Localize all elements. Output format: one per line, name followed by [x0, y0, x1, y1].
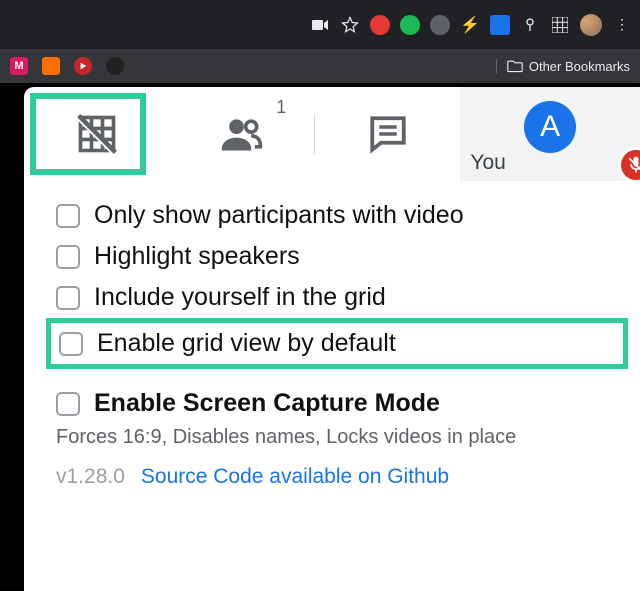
- chat-icon: [367, 113, 409, 155]
- option-screen-capture[interactable]: Enable Screen Capture Mode: [56, 383, 618, 424]
- option-label: Enable Screen Capture Mode: [94, 389, 440, 418]
- avatar-letter: A: [540, 110, 560, 144]
- other-bookmarks-button[interactable]: Other Bookmarks: [496, 59, 630, 74]
- extension-icon[interactable]: [370, 15, 390, 35]
- people-count: 1: [276, 97, 286, 118]
- option-include-self[interactable]: Include yourself in the grid: [56, 277, 618, 318]
- you-label: You: [470, 151, 505, 175]
- option-highlight-speakers[interactable]: Highlight speakers: [56, 236, 618, 277]
- option-label: Enable grid view by default: [97, 329, 396, 358]
- browser-toolbar: ⚡ ⋮: [0, 0, 640, 49]
- tab-chat[interactable]: [315, 87, 460, 181]
- bookmark-icon[interactable]: [42, 57, 60, 75]
- bookmark-icon[interactable]: M: [10, 57, 28, 75]
- avatar: A: [524, 101, 576, 153]
- option-label: Highlight speakers: [94, 242, 300, 271]
- extension-icon[interactable]: [400, 15, 420, 35]
- folder-icon: [507, 59, 523, 73]
- option-enable-default[interactable]: Enable grid view by default: [46, 318, 628, 369]
- people-icon: [220, 112, 264, 156]
- bookmark-icon[interactable]: [106, 57, 124, 75]
- app-stage: 1 A You: [0, 83, 640, 591]
- tab-people[interactable]: 1: [169, 87, 314, 181]
- profile-avatar-icon[interactable]: [580, 14, 602, 36]
- extension-icon[interactable]: [520, 15, 540, 35]
- checkbox[interactable]: [56, 286, 80, 310]
- checkbox[interactable]: [59, 332, 83, 356]
- bookmarks-bar: M Other Bookmarks: [0, 49, 640, 83]
- extension-icon[interactable]: [430, 15, 450, 35]
- extension-icon[interactable]: ⚡: [460, 15, 480, 35]
- star-icon[interactable]: [340, 15, 360, 35]
- bookmark-icon[interactable]: [74, 57, 92, 75]
- tab-grid-off[interactable]: [24, 87, 169, 181]
- grid-off-icon: [75, 112, 119, 156]
- other-bookmarks-label: Other Bookmarks: [529, 59, 630, 74]
- options-list: Only show participants with video Highli…: [24, 181, 640, 489]
- camera-icon[interactable]: [310, 15, 330, 35]
- panel-footer: v1.28.0 Source Code available on Github: [56, 449, 618, 489]
- extension-icon[interactable]: [490, 15, 510, 35]
- extension-panel: 1 A You: [24, 87, 640, 591]
- checkbox[interactable]: [56, 204, 80, 228]
- option-label: Only show participants with video: [94, 201, 464, 230]
- mic-muted-badge: [618, 147, 640, 183]
- version-label: v1.28.0: [56, 465, 125, 489]
- tab-row: 1 A You: [24, 87, 640, 181]
- self-video-tile[interactable]: A You: [460, 87, 640, 181]
- kebab-menu-icon[interactable]: ⋮: [612, 15, 632, 35]
- option-description: Forces 16:9, Disables names, Locks video…: [56, 424, 618, 449]
- option-only-video[interactable]: Only show participants with video: [56, 195, 618, 236]
- grid-icon[interactable]: [550, 15, 570, 35]
- option-label: Include yourself in the grid: [94, 283, 386, 312]
- checkbox[interactable]: [56, 245, 80, 269]
- checkbox[interactable]: [56, 392, 80, 416]
- mic-off-icon: [626, 155, 640, 175]
- source-code-link[interactable]: Source Code available on Github: [141, 465, 449, 489]
